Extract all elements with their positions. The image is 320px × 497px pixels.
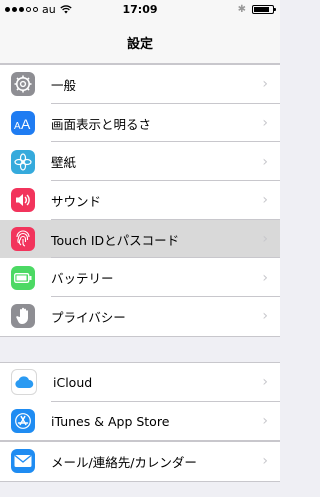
battery-indicator-icon (252, 5, 276, 14)
svg-text:A: A (21, 116, 31, 130)
status-bar: au 17:09 ✱ (0, 0, 280, 20)
chevron-right-icon: › (262, 153, 268, 170)
mail-icon (11, 449, 35, 474)
settings-row-label: iCloud (53, 374, 93, 390)
settings-row-mail[interactable]: メール/連絡先/カレンダー › (0, 442, 280, 481)
settings-row-label: Touch IDとパスコード (51, 232, 180, 248)
text-size-icon: AA (11, 111, 35, 136)
chevron-right-icon: › (262, 76, 268, 93)
settings-row-label: プライバシー (51, 309, 126, 325)
settings-row-label: サウンド (51, 193, 102, 209)
gear-icon (11, 72, 35, 97)
bluetooth-icon: ✱ (237, 4, 246, 15)
settings-row-icloud[interactable]: iCloud › (0, 363, 280, 402)
settings-row-label: メール/連絡先/カレンダー (51, 454, 197, 470)
settings-row-itunes[interactable]: iTunes & App Store › (0, 402, 280, 441)
settings-row-wallpaper[interactable]: 壁紙 › (0, 142, 280, 182)
settings-group-3: メール/連絡先/カレンダー › (0, 441, 280, 482)
chevron-right-icon: › (262, 413, 268, 430)
settings-row-label: 一般 (51, 77, 77, 93)
chevron-right-icon: › (262, 453, 268, 470)
settings-row-privacy[interactable]: プライバシー › (0, 297, 280, 336)
speaker-icon (11, 188, 35, 213)
settings-row-display[interactable]: A A 画面表示と明るさ › (0, 104, 280, 143)
chevron-right-icon: › (262, 308, 268, 325)
chevron-right-icon: › (262, 374, 268, 391)
svg-text:A: A (14, 121, 21, 130)
battery-icon (11, 265, 35, 290)
chevron-right-icon: › (262, 115, 268, 132)
settings-row-sounds[interactable]: サウンド › (0, 181, 280, 220)
app-store-icon (11, 409, 35, 434)
settings-row-battery[interactable]: バッテリー › (0, 258, 280, 298)
settings-row-general[interactable]: 一般 › (0, 65, 280, 104)
cloud-icon (11, 369, 37, 396)
chevron-right-icon: › (262, 192, 268, 209)
navigation-bar: 設定 (0, 20, 280, 64)
settings-group-2: iCloud › iTunes & App Store › (0, 362, 280, 442)
battery-level-fill (254, 7, 270, 12)
settings-row-label: 画面表示と明るさ (51, 116, 152, 132)
settings-row-label: iTunes & App Store (51, 413, 170, 429)
settings-row-touchid[interactable]: Touch IDとパスコード › (0, 219, 280, 259)
flower-icon (11, 149, 35, 174)
settings-row-label: 壁紙 (51, 155, 77, 171)
status-right: ✱ (237, 4, 276, 15)
fingerprint-icon (11, 227, 35, 252)
chevron-right-icon: › (262, 231, 268, 248)
hand-icon (11, 304, 35, 329)
settings-row-label: バッテリー (51, 271, 114, 287)
page-title: 設定 (126, 37, 153, 52)
chevron-right-icon: › (262, 269, 268, 286)
settings-group-1: 一般 › A A 画面表示と明るさ › 壁紙 › サウンド › Touch IDとパスコード › バッテ… (0, 64, 280, 337)
